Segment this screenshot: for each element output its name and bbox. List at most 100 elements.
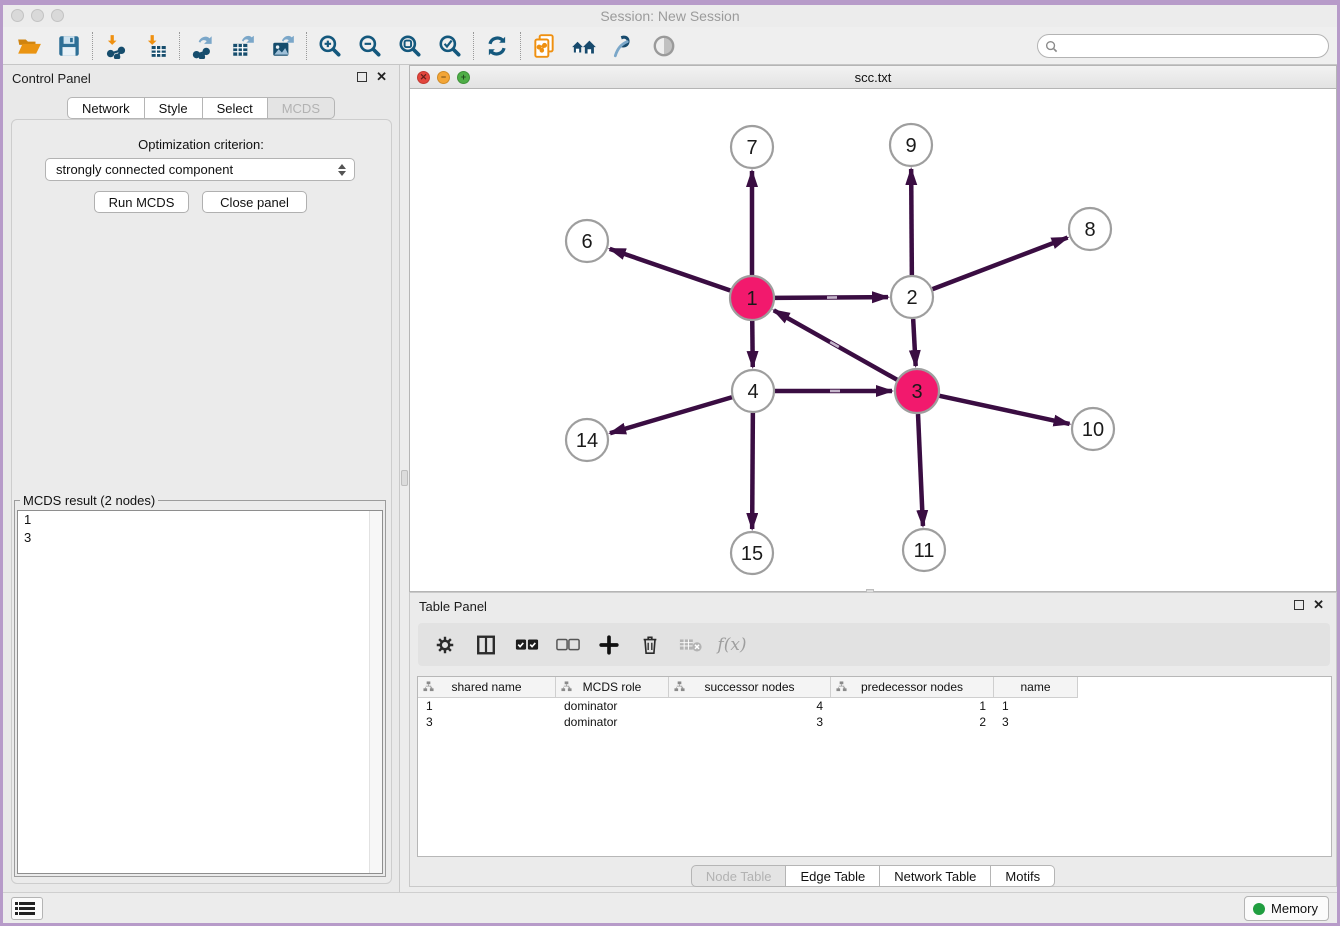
memory-button[interactable]: Memory (1244, 896, 1329, 921)
graph-node-1[interactable]: 1 (730, 276, 774, 320)
edge-4-15[interactable] (752, 413, 753, 529)
edge-label-mark (827, 296, 837, 299)
table-cell[interactable]: 3 (669, 714, 831, 730)
close-table-panel-icon[interactable]: ✕ (1313, 597, 1324, 613)
open-file-button[interactable] (9, 30, 49, 62)
tab-motifs[interactable]: Motifs (991, 865, 1055, 887)
save-session-button[interactable] (49, 30, 89, 62)
graphics-details-button[interactable] (604, 30, 644, 62)
split-columns-button[interactable] (473, 632, 499, 658)
mcds-result-item[interactable]: 1 (18, 511, 382, 529)
table-cell[interactable]: 1 (994, 698, 1078, 714)
zoom-fit-button[interactable] (390, 30, 430, 62)
edge-4-14[interactable] (610, 397, 732, 433)
zoom-in-button[interactable] (310, 30, 350, 62)
edge-2-3[interactable] (913, 319, 916, 366)
edge-1-6[interactable] (610, 249, 731, 291)
column-header-shared-name[interactable]: shared name (418, 677, 556, 698)
network-canvas[interactable]: 7 9 6 8 1 2 4 3 14 10 15 11 (410, 89, 1336, 591)
close-panel-icon[interactable]: ✕ (376, 69, 387, 85)
mcds-result-list[interactable]: 13 (17, 510, 383, 874)
export-image-button[interactable] (263, 30, 303, 62)
graph-node-10[interactable]: 10 (1072, 408, 1114, 450)
tab-style[interactable]: Style (145, 97, 203, 119)
duplicate-network-button[interactable] (524, 30, 564, 62)
table-row[interactable]: 3dominator323 (418, 714, 1331, 730)
run-mcds-button[interactable]: Run MCDS (94, 191, 189, 213)
refresh-view-button[interactable] (477, 30, 517, 62)
tab-node-table[interactable]: Node Table (691, 865, 787, 887)
import-table-button[interactable] (136, 30, 176, 62)
graph-node-7[interactable]: 7 (731, 126, 773, 168)
table-cell[interactable]: dominator (556, 698, 669, 714)
tab-network[interactable]: Network (67, 97, 145, 119)
graph-node-8[interactable]: 8 (1069, 208, 1111, 250)
splitter-grip-icon[interactable] (401, 470, 408, 486)
mcds-result-box: MCDS result (2 nodes) 13 (14, 493, 386, 877)
float-panel-icon[interactable] (357, 72, 367, 82)
table-cell[interactable]: dominator (556, 714, 669, 730)
table-row[interactable]: 1dominator411 (418, 698, 1331, 714)
import-network-button[interactable] (96, 30, 136, 62)
table-settings-button[interactable] (432, 632, 458, 658)
panel-splitter[interactable] (400, 65, 409, 892)
function-builder-button[interactable]: f(x) (719, 632, 745, 658)
node-label: 2 (906, 287, 917, 309)
first-neighbors-button[interactable] (564, 30, 604, 62)
edge-2-9[interactable] (911, 169, 912, 275)
table-cell[interactable]: 1 (831, 698, 994, 714)
graph-node-11[interactable]: 11 (903, 529, 945, 571)
control-panel: Control Panel ✕ NetworkStyleSelectMCDS O… (3, 65, 400, 892)
search-field[interactable] (1037, 34, 1329, 58)
graph-node-3[interactable]: 3 (895, 369, 939, 413)
zoom-in-icon (317, 33, 343, 59)
export-table-button[interactable] (223, 30, 263, 62)
criterion-dropdown[interactable]: strongly connected component (45, 158, 355, 181)
search-input[interactable] (1063, 37, 1328, 55)
graph-node-15[interactable]: 15 (731, 532, 773, 574)
edge-3-11[interactable] (918, 414, 923, 526)
table-cell[interactable]: 1 (418, 698, 556, 714)
mcds-result-item[interactable]: 3 (18, 529, 382, 547)
tab-mcds[interactable]: MCDS (268, 97, 335, 119)
delete-table-button[interactable] (678, 632, 704, 658)
graph-node-14[interactable]: 14 (566, 419, 608, 461)
clear-column-selection-button[interactable] (555, 632, 581, 658)
tab-network-table[interactable]: Network Table (880, 865, 991, 887)
scrollbar-track[interactable] (369, 511, 382, 873)
create-column-button[interactable] (596, 632, 622, 658)
graph-node-9[interactable]: 9 (890, 124, 932, 166)
network-graph[interactable]: 7 9 6 8 1 2 4 3 14 10 15 11 (410, 89, 1336, 591)
float-table-panel-icon[interactable] (1294, 600, 1304, 610)
network-window-titlebar[interactable]: ✕ − + scc.txt (410, 66, 1336, 89)
node-table[interactable]: shared nameMCDS rolesuccessor nodesprede… (417, 676, 1332, 857)
edge-2-8[interactable] (933, 238, 1068, 290)
column-header-predecessor-nodes[interactable]: predecessor nodes (831, 677, 994, 698)
table-header-row: shared nameMCDS rolesuccessor nodesprede… (418, 677, 1331, 698)
zoom-selected-icon (437, 33, 463, 59)
graph-node-4[interactable]: 4 (732, 370, 774, 412)
tab-select[interactable]: Select (203, 97, 268, 119)
zoom-out-button[interactable] (350, 30, 390, 62)
column-header-successor-nodes[interactable]: successor nodes (669, 677, 831, 698)
export-network-button[interactable] (183, 30, 223, 62)
birds-eye-button[interactable] (644, 30, 684, 62)
graph-node-2[interactable]: 2 (891, 276, 933, 318)
zoom-selected-button[interactable] (430, 30, 470, 62)
table-cell[interactable]: 2 (831, 714, 994, 730)
close-panel-button[interactable]: Close panel (202, 191, 307, 213)
select-all-columns-button[interactable] (514, 632, 540, 658)
node-label: 6 (581, 231, 592, 253)
table-cell[interactable]: 4 (669, 698, 831, 714)
tab-edge-table[interactable]: Edge Table (786, 865, 880, 887)
column-header-name[interactable]: name (994, 677, 1078, 698)
table-cell[interactable]: 3 (418, 714, 556, 730)
edge-3-10[interactable] (939, 396, 1069, 424)
delete-column-button[interactable] (637, 632, 663, 658)
column-header-MCDS-role[interactable]: MCDS role (556, 677, 669, 698)
control-panel-title: Control Panel (12, 71, 91, 86)
table-cell[interactable]: 3 (994, 714, 1078, 730)
graph-node-6[interactable]: 6 (566, 220, 608, 262)
task-history-button[interactable] (11, 897, 43, 920)
toolbar-separator (306, 32, 307, 60)
